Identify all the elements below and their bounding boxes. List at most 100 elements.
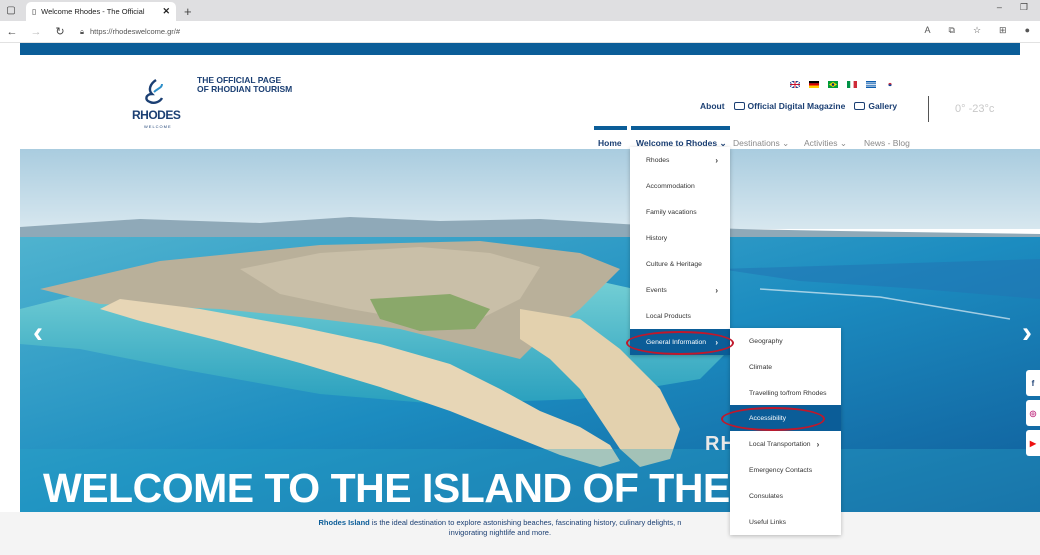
menu-item-culture-heritage[interactable]: Culture & Heritage <box>630 251 730 277</box>
nav-news-blog[interactable]: News - Blog <box>864 138 910 148</box>
logo-wordmark: RHODES <box>132 108 181 122</box>
menu-item-family-vacations[interactable]: Family vacations <box>630 199 730 225</box>
nav-home[interactable]: Home <box>598 138 622 148</box>
browser-tab[interactable]: ▯ Welcome Rhodes - The Official ✕ <box>26 2 176 21</box>
flag-italy-icon[interactable] <box>847 81 857 88</box>
nav-destinations[interactable]: Destinations ⌄ <box>733 138 789 149</box>
about-link[interactable]: About <box>700 101 725 111</box>
menu-item-accommodation[interactable]: Accommodation <box>630 173 730 199</box>
menu-item-label: Events <box>646 286 667 294</box>
hero-title: WELCOME TO THE ISLAND OF THE S <box>43 465 743 511</box>
window-controls: – ❐ <box>997 2 1040 13</box>
flag-brazil-icon[interactable] <box>828 81 838 88</box>
menu-item-label: Geography <box>749 337 783 345</box>
url-field[interactable]: 🔒︎ https://rhodeswelcome.gr/# <box>80 27 180 37</box>
address-bar-row: ← → ↻ 🔒︎ https://rhodeswelcome.gr/# A ⧉ … <box>0 21 1040 43</box>
weather-readout: 0° -23°c <box>955 103 995 115</box>
menu-item-label: Emergency Contacts <box>749 466 813 474</box>
intro-highlight[interactable]: Rhodes Island <box>319 518 370 527</box>
highlight-ring-accessibility <box>721 407 825 431</box>
intro-line-2: invigorating nightlife and more. <box>448 528 552 537</box>
favorites-icon[interactable]: ☆ <box>973 25 981 36</box>
restore-icon[interactable]: ❐ <box>1020 2 1028 13</box>
browser-tab-strip: ▢ ▯ Welcome Rhodes - The Official ✕ + – … <box>0 0 1040 21</box>
welcome-dropdown-menu: Rhodes › Accommodation Family vacations H… <box>630 147 730 355</box>
flag-korea-icon[interactable] <box>885 81 895 88</box>
menu-item-label: Useful Links <box>749 518 787 526</box>
menu-item-label: Accommodation <box>646 182 695 190</box>
top-links: About Official Digital Magazine Gallery <box>700 101 897 111</box>
screen: { "browser": { "tab_title": "Welcome Rho… <box>0 0 1040 555</box>
chevron-down-icon: ⌄ <box>782 138 790 148</box>
split-screen-icon[interactable]: ⧉ <box>949 25 955 36</box>
highlight-ring-general-information <box>626 331 734 355</box>
menu-item-label: Climate <box>749 363 773 371</box>
tagline: THE OFFICIAL PAGE OF RHODIAN TOURISM <box>197 76 292 94</box>
instagram-icon[interactable]: ◎ <box>1026 400 1040 426</box>
submenu-item-useful-links[interactable]: Useful Links <box>730 509 841 535</box>
tab-actions-icon[interactable]: ▢ <box>0 0 22 21</box>
menu-item-label: History <box>646 234 668 242</box>
intro-paragraph: Rhodes Island is the ideal destination t… <box>250 518 750 538</box>
menu-item-label: Rhodes <box>646 156 670 164</box>
magazine-icon <box>733 102 745 110</box>
flag-germany-icon[interactable] <box>809 81 819 88</box>
facebook-icon[interactable]: f <box>1026 370 1040 396</box>
page-icon: ▯ <box>32 7 37 16</box>
submenu-item-local-transportation[interactable]: Local Transportation › <box>730 431 841 457</box>
minimize-icon[interactable]: – <box>997 2 1002 13</box>
slider-next-icon[interactable]: › <box>1022 316 1032 350</box>
gallery-icon <box>854 102 866 110</box>
nav-activities[interactable]: Activities ⌄ <box>804 138 847 149</box>
nav-activities-label: Activities <box>804 138 838 148</box>
top-blue-strip <box>20 43 1020 55</box>
url-text: https://rhodeswelcome.gr/# <box>90 27 181 36</box>
flag-uk-icon[interactable] <box>790 81 800 88</box>
magazine-link[interactable]: Official Digital Magazine <box>733 101 846 111</box>
submenu-item-emergency-contacts[interactable]: Emergency Contacts <box>730 457 841 483</box>
submenu-item-geography[interactable]: Geography <box>730 328 841 354</box>
chevron-right-icon: › <box>715 155 718 165</box>
menu-item-label: Culture & Heritage <box>646 260 702 268</box>
chevron-right-icon: › <box>715 285 718 295</box>
menu-item-label: Family vacations <box>646 208 697 216</box>
magazine-label: Official Digital Magazine <box>747 101 846 111</box>
tagline-line-2: OF RHODIAN TOURISM <box>197 84 293 94</box>
menu-item-local-products[interactable]: Local Products <box>630 303 730 329</box>
submenu-item-consulates[interactable]: Consulates <box>730 483 841 509</box>
welcome-active-indicator <box>631 126 730 130</box>
read-aloud-icon[interactable]: A <box>924 25 930 36</box>
youtube-icon[interactable]: ▶ <box>1026 430 1040 456</box>
nav-destinations-label: Destinations <box>733 138 780 148</box>
intro-section: Rhodes Island is the ideal destination t… <box>0 512 1040 555</box>
menu-item-label: Local Transportation <box>749 440 811 448</box>
back-icon[interactable]: ← <box>0 26 24 38</box>
tab-title: Welcome Rhodes - The Official <box>41 7 145 16</box>
menu-item-label: Consulates <box>749 492 784 500</box>
submenu-item-climate[interactable]: Climate <box>730 354 841 380</box>
menu-item-label: Local Products <box>646 312 691 320</box>
new-tab-icon[interactable]: + <box>184 2 192 21</box>
gallery-link[interactable]: Gallery <box>854 101 897 111</box>
home-active-indicator <box>594 126 627 130</box>
menu-item-rhodes[interactable]: Rhodes › <box>630 147 730 173</box>
general-information-submenu: Geography Climate Travelling to/from Rho… <box>730 328 841 535</box>
refresh-icon[interactable]: ↻ <box>48 25 72 38</box>
gallery-label: Gallery <box>868 101 898 111</box>
language-flags <box>790 81 895 88</box>
collections-icon[interactable]: ⊞ <box>999 25 1007 36</box>
close-tab-icon[interactable]: ✕ <box>162 6 170 17</box>
logo-subtitle: WELCOME <box>144 124 172 129</box>
profile-icon[interactable]: ● <box>1025 25 1030 36</box>
browser-toolbar-icons: A ⧉ ☆ ⊞ ● <box>924 25 1030 36</box>
slider-prev-icon[interactable]: ‹ <box>33 316 43 350</box>
chevron-right-icon: › <box>816 439 820 449</box>
submenu-item-travelling[interactable]: Travelling to/from Rhodes <box>730 380 841 406</box>
flag-greece-icon[interactable] <box>866 81 876 88</box>
lock-icon: 🔒︎ <box>80 26 84 36</box>
hero-photo <box>20 149 1040 512</box>
menu-item-events[interactable]: Events › <box>630 277 730 303</box>
forward-icon[interactable]: → <box>24 26 48 38</box>
menu-item-label: Travelling to/from Rhodes <box>749 389 827 397</box>
menu-item-history[interactable]: History <box>630 225 730 251</box>
